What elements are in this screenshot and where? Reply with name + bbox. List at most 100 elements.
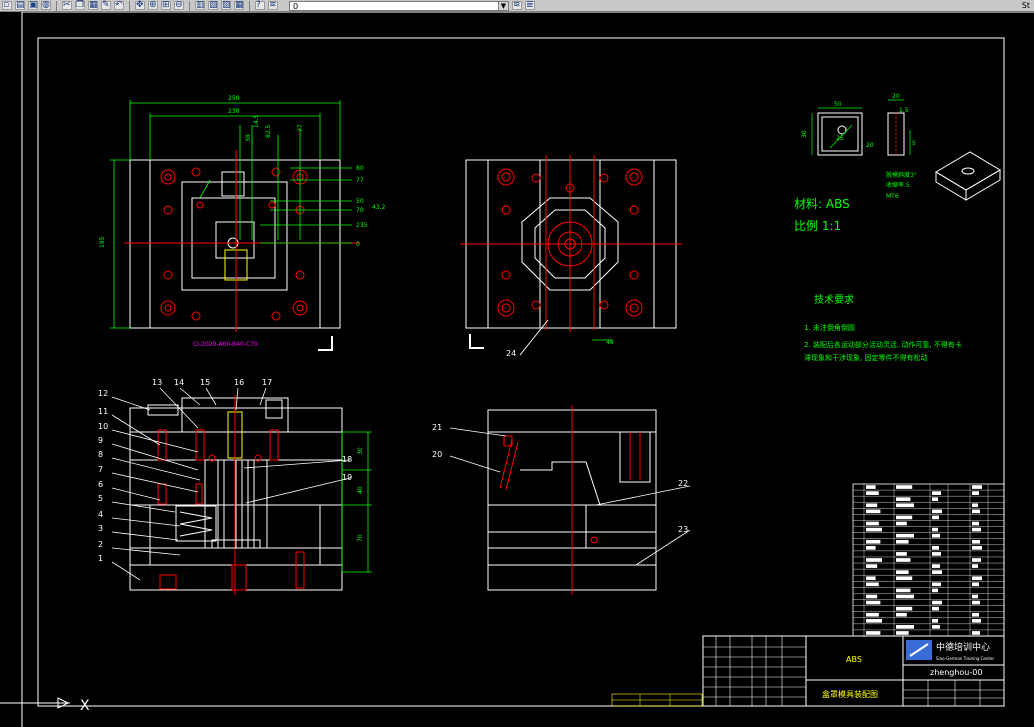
dim-43-2: 43.2 [372, 204, 386, 211]
parts-list-cell-text [896, 539, 909, 544]
dim-14-5: 14.5 [253, 114, 260, 128]
dim-195: 195 [99, 236, 106, 248]
layers-icon[interactable]: ≋ [268, 0, 278, 10]
parts-list-cell-text [932, 497, 938, 502]
mold-right-section: 21 20 22 23 [432, 405, 691, 595]
toolbar-separator [56, 0, 57, 11]
zoom-window-icon[interactable]: ⊞ [161, 0, 171, 10]
scale-label: 比例 1:1 [794, 219, 841, 233]
parts-list-cell-text [866, 503, 878, 508]
part-dim-5: 5 [912, 140, 916, 147]
drawing-name: 盒罩模具装配图 [822, 689, 878, 699]
parts-list-cell-text [866, 521, 879, 526]
parts-list-cell-text [896, 625, 914, 629]
copy-icon[interactable]: ❐ [75, 0, 85, 10]
tool-palette-icon[interactable]: ▨ [221, 0, 231, 10]
parts-list-cell-text [866, 582, 879, 587]
save-icon[interactable]: ▣ [28, 0, 38, 10]
toolbar: ▫ ▤ ▣ ◍ ✂ ❐ ▦ ✎ ↶ ✥ ⊕ ⊞ ⊖ ▥ ▧ ▨ ▦ ? ≋ 0 … [0, 0, 1034, 12]
tech-title: 技术要求 [814, 293, 854, 306]
part-detail: 50 30 20 5 1.5 25 20 脱模斜度3° 收缩率.5 MT6 材料… [794, 93, 1001, 233]
parts-list-cell-text [866, 612, 879, 617]
toolbar-separator [249, 0, 250, 11]
title-block: ABS 中德培训中心 Sino-German Training Center z… [702, 635, 1005, 707]
tech-item-1: 1. 未注倒角倒圆 [804, 323, 855, 332]
layer-states-icon[interactable]: ≣ [525, 0, 535, 10]
new-icon[interactable]: ▫ [2, 0, 12, 10]
parts-list-cell-text [896, 552, 907, 556]
callout-23: 23 [678, 525, 688, 534]
parts-list-cell-text [972, 539, 980, 544]
parts-list-cell-text [972, 491, 979, 495]
zoom-realtime-icon[interactable]: ⊕ [148, 0, 158, 10]
mold-top-view: 250 230 195 80 77 70 50 43.2 235 0 82.5 … [99, 95, 386, 351]
properties-icon[interactable]: ▥ [195, 0, 205, 10]
parts-list-cell-text [972, 576, 982, 581]
callout-18: 18 [342, 455, 352, 464]
design-center-icon[interactable]: ▧ [208, 0, 218, 10]
zoom-previous-icon[interactable]: ⊖ [174, 0, 184, 10]
toolbar-separator [189, 0, 190, 11]
parts-list-cell-text [866, 594, 878, 599]
parts-list-cell-text [896, 503, 914, 508]
callout-10: 10 [98, 422, 108, 431]
dim-48: 48 [606, 339, 614, 346]
dim-0: 0 [356, 241, 360, 248]
callout-15: 15 [200, 378, 210, 387]
callout-11: 11 [98, 407, 108, 416]
parts-list-cell-text [932, 606, 939, 611]
pan-icon[interactable]: ✥ [135, 0, 145, 10]
open-icon[interactable]: ▤ [15, 0, 25, 10]
parts-list-cell-text [972, 582, 979, 587]
layer-dropdown[interactable]: 0 ▼ [289, 0, 509, 11]
part-note-draft: 脱模斜度3° [886, 171, 917, 179]
tech-item-2: 2. 装配后各运动部分活动灵活, 动作可靠, 不得有卡 [804, 340, 962, 349]
part-dim-20: 20 [892, 93, 900, 100]
layer-previous-icon[interactable]: ≋ [512, 0, 522, 10]
calculator-icon[interactable]: ▦ [234, 0, 244, 10]
callout-5: 5 [98, 494, 103, 503]
chevron-down-icon[interactable]: ▼ [498, 1, 508, 10]
parts-list-cell-text [932, 527, 938, 532]
parts-list-cell-text [932, 570, 942, 574]
style-combo-text[interactable]: St [1022, 1, 1034, 10]
parts-list-cell-text [866, 600, 881, 605]
parts-list-cell-text [896, 485, 913, 489]
plot-icon[interactable]: ◍ [41, 0, 51, 10]
part-dim-20b: 20 [866, 142, 874, 149]
parts-list-cell-text [932, 546, 939, 550]
undo-icon[interactable]: ↶ [114, 0, 124, 10]
dim-235: 235 [356, 222, 368, 229]
parts-list-cell-text [932, 600, 942, 605]
parts-list-cell-text [896, 515, 913, 520]
parts-list-cell-text [932, 533, 940, 538]
company-name-en: Sino-German Training Center [936, 656, 994, 661]
parts-list-cell-text [896, 612, 907, 617]
mold-side-view: 48 24 [460, 155, 682, 358]
callout-3: 3 [98, 524, 103, 533]
part-label-24: 24 [506, 349, 516, 358]
parts-list-cell-text [866, 618, 882, 623]
tech-item-3: 滞现象和干涉现象, 固定零件不得有松动 [804, 353, 927, 362]
match-properties-icon[interactable]: ✎ [101, 0, 111, 10]
parts-list-cell-text [866, 491, 879, 495]
part-dim-25: 25 [836, 135, 844, 142]
drawing-canvas[interactable]: 250 230 195 80 77 70 50 43.2 235 0 82.5 … [0, 12, 1034, 727]
callout-22: 22 [678, 479, 688, 488]
parts-list-cell-text [866, 485, 876, 489]
layer-value: 0 [293, 1, 299, 11]
parts-list-cell-text [932, 552, 941, 556]
parts-list-cell-text [896, 497, 911, 502]
callout-16: 16 [234, 378, 244, 387]
parts-list-cell-text [896, 558, 911, 562]
callout-1: 1 [98, 554, 103, 563]
paste-icon[interactable]: ▦ [88, 0, 98, 10]
revision-block [611, 693, 703, 707]
section-dim-40: 40 [357, 486, 364, 494]
cut-icon[interactable]: ✂ [62, 0, 72, 10]
dim-50: 50 [356, 198, 364, 205]
dim-70: 70 [356, 207, 364, 214]
help-icon[interactable]: ? [255, 0, 265, 10]
parts-list-cell-text [932, 618, 938, 623]
parts-list-cell-text [866, 539, 881, 544]
